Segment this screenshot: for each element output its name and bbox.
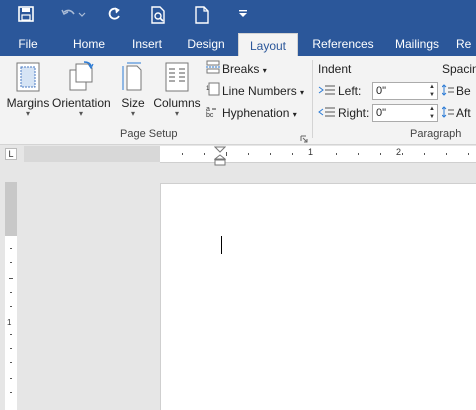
- tab-review[interactable]: Re: [456, 32, 476, 56]
- tab-selector-button[interactable]: L: [5, 148, 17, 160]
- indent-right-label: Right:: [318, 104, 369, 122]
- vertical-ruler-mark-1: 1: [7, 318, 12, 327]
- ruler-mark-2: 2: [396, 147, 402, 157]
- tab-insert[interactable]: Insert: [122, 32, 172, 56]
- tab-design[interactable]: Design: [180, 32, 232, 56]
- tab-home[interactable]: Home: [64, 32, 114, 56]
- tab-layout[interactable]: Layout: [238, 33, 298, 57]
- quick-access-toolbar: [0, 0, 476, 32]
- tab-mailings[interactable]: Mailings: [388, 32, 446, 56]
- redo-icon[interactable]: [104, 6, 124, 26]
- spacing-after-label: Aft: [441, 104, 471, 123]
- margins-icon: [16, 62, 40, 92]
- spacing-before-icon: [441, 83, 456, 101]
- save-icon[interactable]: [16, 6, 36, 26]
- orientation-icon: [69, 61, 94, 91]
- group-divider: [312, 60, 313, 138]
- columns-button[interactable]: Columns ▾: [152, 62, 202, 118]
- hyphenation-button[interactable]: a bc Hyphenation ▾: [206, 104, 297, 122]
- customize-qat-icon[interactable]: [236, 6, 250, 26]
- columns-icon: [165, 62, 189, 92]
- indent-left-input[interactable]: 0" ▲ ▼: [372, 82, 438, 100]
- indent-right-input[interactable]: 0" ▲ ▼: [372, 104, 438, 122]
- spacing-before-label: Be: [441, 82, 471, 101]
- orientation-button[interactable]: Orientation ▾: [52, 60, 111, 118]
- size-button[interactable]: Size ▾: [116, 62, 150, 118]
- paragraph-group-label: Paragraph: [410, 128, 462, 140]
- ruler-dotted-margin: [24, 146, 160, 162]
- spacing-heading: Spacing: [442, 62, 476, 76]
- margins-button[interactable]: Margins ▾: [4, 62, 52, 118]
- undo-icon[interactable]: [58, 6, 88, 26]
- ribbon-tabs: File Home Insert Design Layout Reference…: [0, 32, 476, 57]
- svg-text:bc: bc: [206, 112, 214, 118]
- line-numbers-button[interactable]: 1 Line Numbers ▾: [206, 82, 304, 100]
- spacing-after-icon: [441, 105, 456, 123]
- text-cursor: [221, 236, 222, 254]
- breaks-icon: [206, 60, 222, 79]
- indent-marker-icon[interactable]: [213, 146, 227, 166]
- horizontal-ruler[interactable]: 1 2: [160, 146, 476, 163]
- new-document-icon[interactable]: [192, 6, 212, 26]
- ribbon: Margins ▾ Orientation ▾ Size ▾ Columns ▾…: [0, 56, 476, 145]
- line-numbers-icon: 1: [206, 82, 222, 101]
- breaks-button[interactable]: Breaks ▾: [206, 60, 267, 78]
- print-preview-icon[interactable]: [148, 6, 168, 26]
- ruler-mark-1: 1: [308, 147, 314, 157]
- hyphenation-icon: a bc: [206, 104, 222, 123]
- tab-references[interactable]: References: [304, 32, 382, 56]
- indent-left-icon: [318, 83, 338, 101]
- page-setup-group-label: Page Setup: [120, 128, 178, 140]
- size-icon: [122, 62, 142, 91]
- page-setup-dialog-launcher-icon[interactable]: [300, 130, 310, 143]
- indent-left-label: Left:: [318, 82, 361, 100]
- tab-file[interactable]: File: [8, 32, 48, 56]
- indent-right-icon: [318, 105, 338, 123]
- vertical-ruler-margin: [5, 182, 17, 236]
- document-page[interactable]: [160, 183, 476, 410]
- indent-heading: Indent: [318, 62, 352, 76]
